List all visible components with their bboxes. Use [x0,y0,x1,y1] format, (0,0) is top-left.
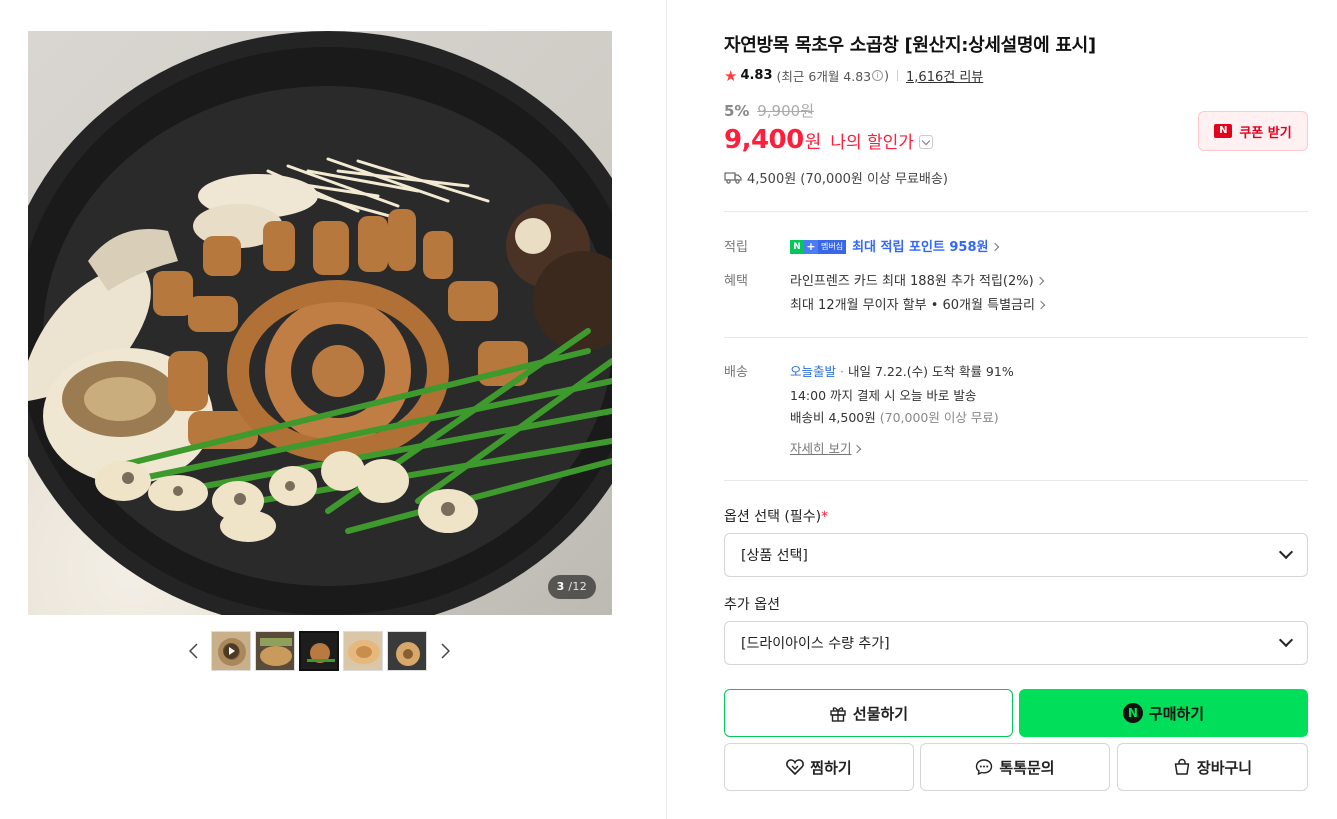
thumbnail-image [344,632,382,670]
card-benefit[interactable]: 라인프렌즈 카드 최대 188원 추가 적립(2%) [790,270,1044,289]
info-icon[interactable]: i [872,70,884,81]
buy-label: 구매하기 [1148,704,1205,723]
shipping-summary-text: 4,500원 (70,000원 이상 무료배송) [747,172,948,187]
discount-row: 5% 9,900원 [724,100,814,121]
chevron-right-icon [1036,300,1046,310]
recent-rating: (최근 6개월 4.83 [776,69,872,84]
chevron-right-icon [990,242,999,252]
thumbnail-image [256,632,294,670]
thumbnail-prev-button[interactable] [181,631,205,671]
rating-row: ★ 4.83 (최근 6개월 4.83 i ) 1,616건 리뷰 [724,66,983,86]
price-row: 9,400 원 나의 할인가 [724,125,933,155]
thumbnail-next-button[interactable] [433,631,457,671]
buy-button[interactable]: N 구매하기 [1019,689,1308,737]
cutoff-text: 14:00 까지 결제 시 오늘 바로 발송 [790,388,977,403]
wish-label: 찜하기 [810,758,852,777]
chevron-right-icon [1035,276,1044,286]
delivery-fee: 배송비 4,500원 (70,000원 이상 무료) [790,410,999,425]
cart-button[interactable]: 장바구니 [1117,743,1308,791]
delivery-arrival: 오늘출발 · 내일 7.22.(수) 도착 확률 91% [790,361,1014,380]
chevron-right-icon [440,643,450,659]
point-value[interactable]: N + 멤버십 최대 적립 포인트 958원 [790,236,999,255]
shipping-summary: 4,500원 (70,000원 이상 무료배송) [724,168,948,187]
recent-rating-close: ) [884,68,890,83]
thumbnail-2[interactable] [255,631,295,671]
required-mark: * [821,509,829,525]
thumbnail-strip [181,630,457,672]
coupon-label: 쿠폰 받기 [1239,125,1292,141]
product-title: 자연방목 목초우 소곱창 [원산지:상세설명에 표시] [724,35,1096,56]
price-unit: 원 [804,132,822,153]
divider [724,211,1308,212]
thumbnail-1[interactable] [211,631,251,671]
star-icon: ★ [724,66,738,85]
truck-icon [724,172,742,184]
coupon-button[interactable]: N 쿠폰 받기 [1198,111,1308,151]
divider [724,337,1308,338]
chevron-down-icon[interactable] [918,135,933,149]
chevron-left-icon [188,643,198,659]
today-dispatch-badge: 오늘출발 [790,364,837,379]
video-play-icon [223,643,239,659]
benefit-label: 혜택 [724,274,748,289]
discount-rate: 5% [724,102,750,120]
installment-benefit[interactable]: 최대 12개월 무이자 할부 • 60개월 특별금리 [790,294,1046,313]
extra-option-label: 추가 옵션 [724,597,780,613]
extra-option-select[interactable]: [드라이아이스 수량 추가] [724,621,1308,665]
talk-label: 톡톡문의 [999,758,1055,777]
thumbnail-5[interactable] [387,631,427,671]
original-price: 9,900원 [757,102,814,120]
arrival-text: 내일 7.22.(수) 도착 확률 91% [847,364,1014,379]
dot-separator: · [840,364,844,379]
heart-icon [786,759,805,775]
image-gallery: 3 /12 [0,0,667,819]
gift-icon [830,707,846,722]
thumbnail-3[interactable] [299,631,339,671]
coupon-icon: N [1214,124,1233,138]
thumbnail-image [388,632,426,670]
chevron-down-icon [1278,632,1294,648]
total-pages: 12 [572,580,587,593]
divider [897,70,899,81]
main-product-image[interactable]: 3 /12 [28,31,612,615]
sale-price: 9,400 [724,125,804,155]
delivery-label: 배송 [724,365,748,380]
image-page-badge: 3 /12 [547,575,596,599]
extra-option-value: [드라이아이스 수량 추가] [741,636,890,652]
gift-button[interactable]: 선물하기 [724,689,1013,737]
required-option-label: 옵션 선택 (필수)* [724,509,829,525]
chevron-right-icon [853,444,862,454]
divider [724,480,1308,481]
chevron-down-icon [1278,544,1294,560]
chat-bubble-icon [976,759,993,776]
review-count-link[interactable]: 1,616건 리뷰 [906,66,983,85]
shopping-bag-icon [1174,758,1190,775]
benefit-row: 혜택 라인프렌즈 카드 최대 188원 추가 적립(2%) 최대 12개월 무이… [724,270,1308,316]
point-row: 적립 N + 멤버십 최대 적립 포인트 958원 [724,236,1308,256]
delivery-detail-link[interactable]: 자세히 보기 [790,438,862,457]
current-page: 3 [556,580,565,593]
cart-label: 장바구니 [1196,758,1253,777]
naver-membership-badge: N + 멤버십 [790,239,847,254]
required-option-value: [상품 선택] [741,548,808,564]
naver-pay-icon: N [1122,703,1143,723]
talk-inquiry-button[interactable]: 톡톡문의 [920,743,1110,791]
max-point-text: 최대 적립 포인트 958원 [852,240,989,255]
wish-button[interactable]: 찜하기 [724,743,914,791]
gift-label: 선물하기 [852,704,909,723]
required-option-select[interactable]: [상품 선택] [724,533,1308,577]
point-label: 적립 [724,240,748,255]
rating-value: 4.83 [740,68,773,83]
my-discount-price-label[interactable]: 나의 할인가 [830,128,914,153]
thumbnail-4[interactable] [343,631,383,671]
pan-illustration [28,31,612,615]
thumbnail-list [211,631,427,671]
thumbnail-image [301,633,337,669]
delivery-section: 배송 오늘출발 · 내일 7.22.(수) 도착 확률 91% 14:00 까지… [724,361,1308,461]
